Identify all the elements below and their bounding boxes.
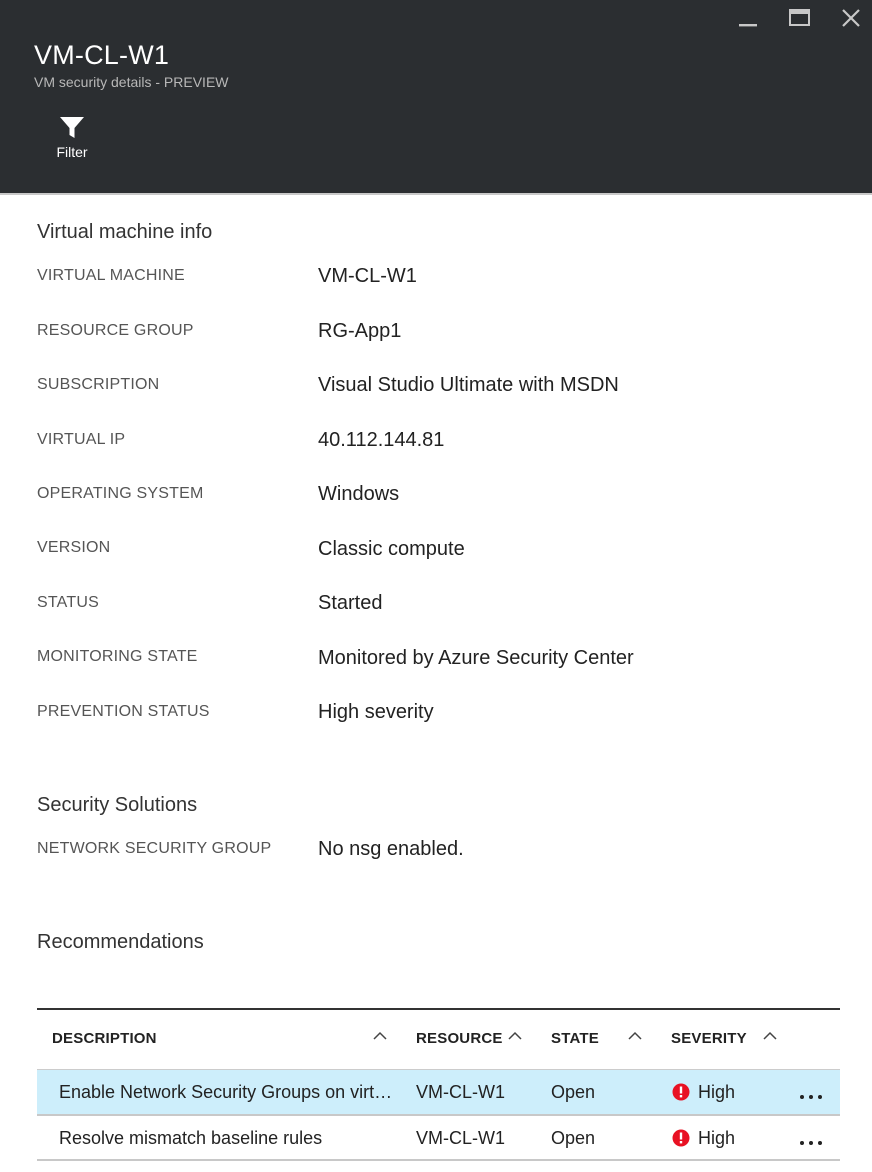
filter-icon <box>60 117 84 138</box>
filter-label: Filter <box>56 144 88 160</box>
row-severity: High <box>698 1128 736 1148</box>
sort-chevron-up-icon[interactable] <box>372 1028 388 1042</box>
field-label-status: STATUS <box>37 594 99 611</box>
field-label-resource-group: RESOURCE GROUP <box>37 322 194 339</box>
field-value-operating-system: Windows <box>318 483 400 505</box>
field-label-subscription: SUBSCRIPTION <box>37 376 160 393</box>
field-value-version: Classic compute <box>318 538 465 560</box>
row-resource: VM-CL-W1 <box>416 1082 505 1102</box>
section-title-security-solutions: Security Solutions <box>37 794 198 816</box>
field-value-resource-group: RG-App1 <box>318 320 402 342</box>
field-label-prevention-status: PREVENTION STATUS <box>37 703 210 720</box>
sort-chevron-up-icon[interactable] <box>507 1028 523 1042</box>
table-row[interactable]: Enable Network Security Groups on virtua… <box>37 1070 840 1114</box>
page-title: VM-CL-W1 <box>34 40 170 70</box>
field-value-monitoring-state: Monitored by Azure Security Center <box>318 647 634 669</box>
column-header-severity[interactable]: SEVERITY <box>671 1030 747 1047</box>
header-divider <box>0 193 872 195</box>
row-state: Open <box>551 1128 596 1148</box>
close-button[interactable] <box>836 4 866 34</box>
more-options-icon[interactable] <box>797 1126 825 1150</box>
field-label-virtual-machine: VIRTUAL MACHINE <box>37 267 185 284</box>
field-label-version: VERSION <box>37 539 111 556</box>
sort-chevron-up-icon[interactable] <box>762 1028 778 1042</box>
field-value-status: Started <box>318 592 383 614</box>
page-subtitle: VM security details - PREVIEW <box>34 74 229 90</box>
field-label-monitoring-state: MONITORING STATE <box>37 648 198 665</box>
column-header-resource[interactable]: RESOURCE <box>416 1030 503 1047</box>
blade-header: VM-CL-W1 VM security details - PREVIEW F… <box>0 0 872 193</box>
high-severity-alert-icon <box>672 1129 690 1147</box>
column-header-description[interactable]: DESCRIPTION <box>52 1030 157 1047</box>
row-description: Resolve mismatch baseline rules <box>59 1128 323 1148</box>
minimize-icon <box>739 24 757 27</box>
field-label-virtual-ip: VIRTUAL IP <box>37 431 126 448</box>
field-value-virtual-ip: 40.112.144.81 <box>318 429 445 451</box>
row-severity: High <box>698 1082 736 1102</box>
maximize-button[interactable] <box>785 4 815 34</box>
field-value-prevention-status: High severity <box>318 701 434 723</box>
field-label-network-security-group: NETWORK SECURITY GROUP <box>37 840 272 857</box>
column-header-state[interactable]: STATE <box>551 1030 599 1047</box>
section-title-recommendations: Recommendations <box>37 931 204 953</box>
field-value-network-security-group: No nsg enabled. <box>318 838 464 860</box>
field-value-subscription: Visual Studio Ultimate with MSDN <box>318 374 619 396</box>
field-value-virtual-machine: VM-CL-W1 <box>318 265 417 287</box>
filter-button[interactable]: Filter <box>46 116 98 172</box>
high-severity-alert-icon <box>672 1083 690 1101</box>
row-resource: VM-CL-W1 <box>416 1128 505 1148</box>
minimize-button[interactable] <box>733 4 763 34</box>
table-row[interactable]: Resolve mismatch baseline rules VM-CL-W1… <box>37 1116 840 1160</box>
section-title-vm-info: Virtual machine info <box>37 221 213 243</box>
field-label-operating-system: OPERATING SYSTEM <box>37 485 204 502</box>
row-divider <box>37 1159 840 1161</box>
row-state: Open <box>551 1082 596 1102</box>
maximize-icon <box>789 9 810 26</box>
table-top-border <box>37 1008 840 1010</box>
close-icon <box>842 9 860 27</box>
more-options-icon[interactable] <box>797 1080 825 1104</box>
sort-chevron-up-icon[interactable] <box>627 1028 643 1042</box>
row-description: Enable Network Security Groups on virtua… <box>59 1082 399 1102</box>
